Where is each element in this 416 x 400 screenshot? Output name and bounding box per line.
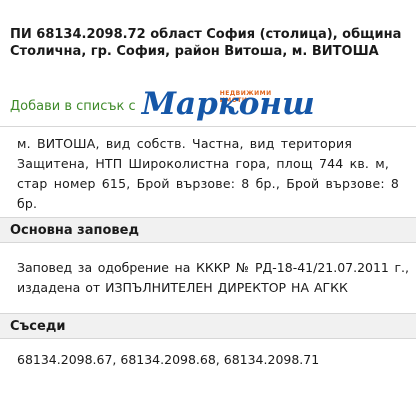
- main-order-heading: Основна заповед: [10, 223, 139, 238]
- neighbors-heading: Съседи: [10, 319, 66, 334]
- add-to-list-link[interactable]: Добави в списък с: [10, 99, 136, 114]
- marconi-logo[interactable]: НЕДВИЖИМИ ИМОТИ Марконш: [140, 86, 315, 124]
- neighbors-header: Съседи: [0, 313, 416, 339]
- property-title: ПИ 68134.2098.72 област София (столица),…: [10, 27, 402, 59]
- main-order-header: Основна заповед: [0, 217, 416, 243]
- logo-text: Марконш: [141, 86, 315, 122]
- property-description: м. ВИТОША, вид собств. Частна, вид терит…: [17, 136, 400, 211]
- divider: [0, 126, 416, 127]
- property-details-page: ПИ 68134.2098.72 област София (столица),…: [0, 0, 416, 400]
- neighbors-list: 68134.2098.67, 68134.2098.68, 68134.2098…: [17, 352, 320, 367]
- add-to-list-row: Добави в списък с НЕДВИЖИМИ ИМОТИ Маркон…: [10, 86, 315, 124]
- main-order-text: Заповед за одобрение на КККР № РД-18-41/…: [17, 260, 409, 295]
